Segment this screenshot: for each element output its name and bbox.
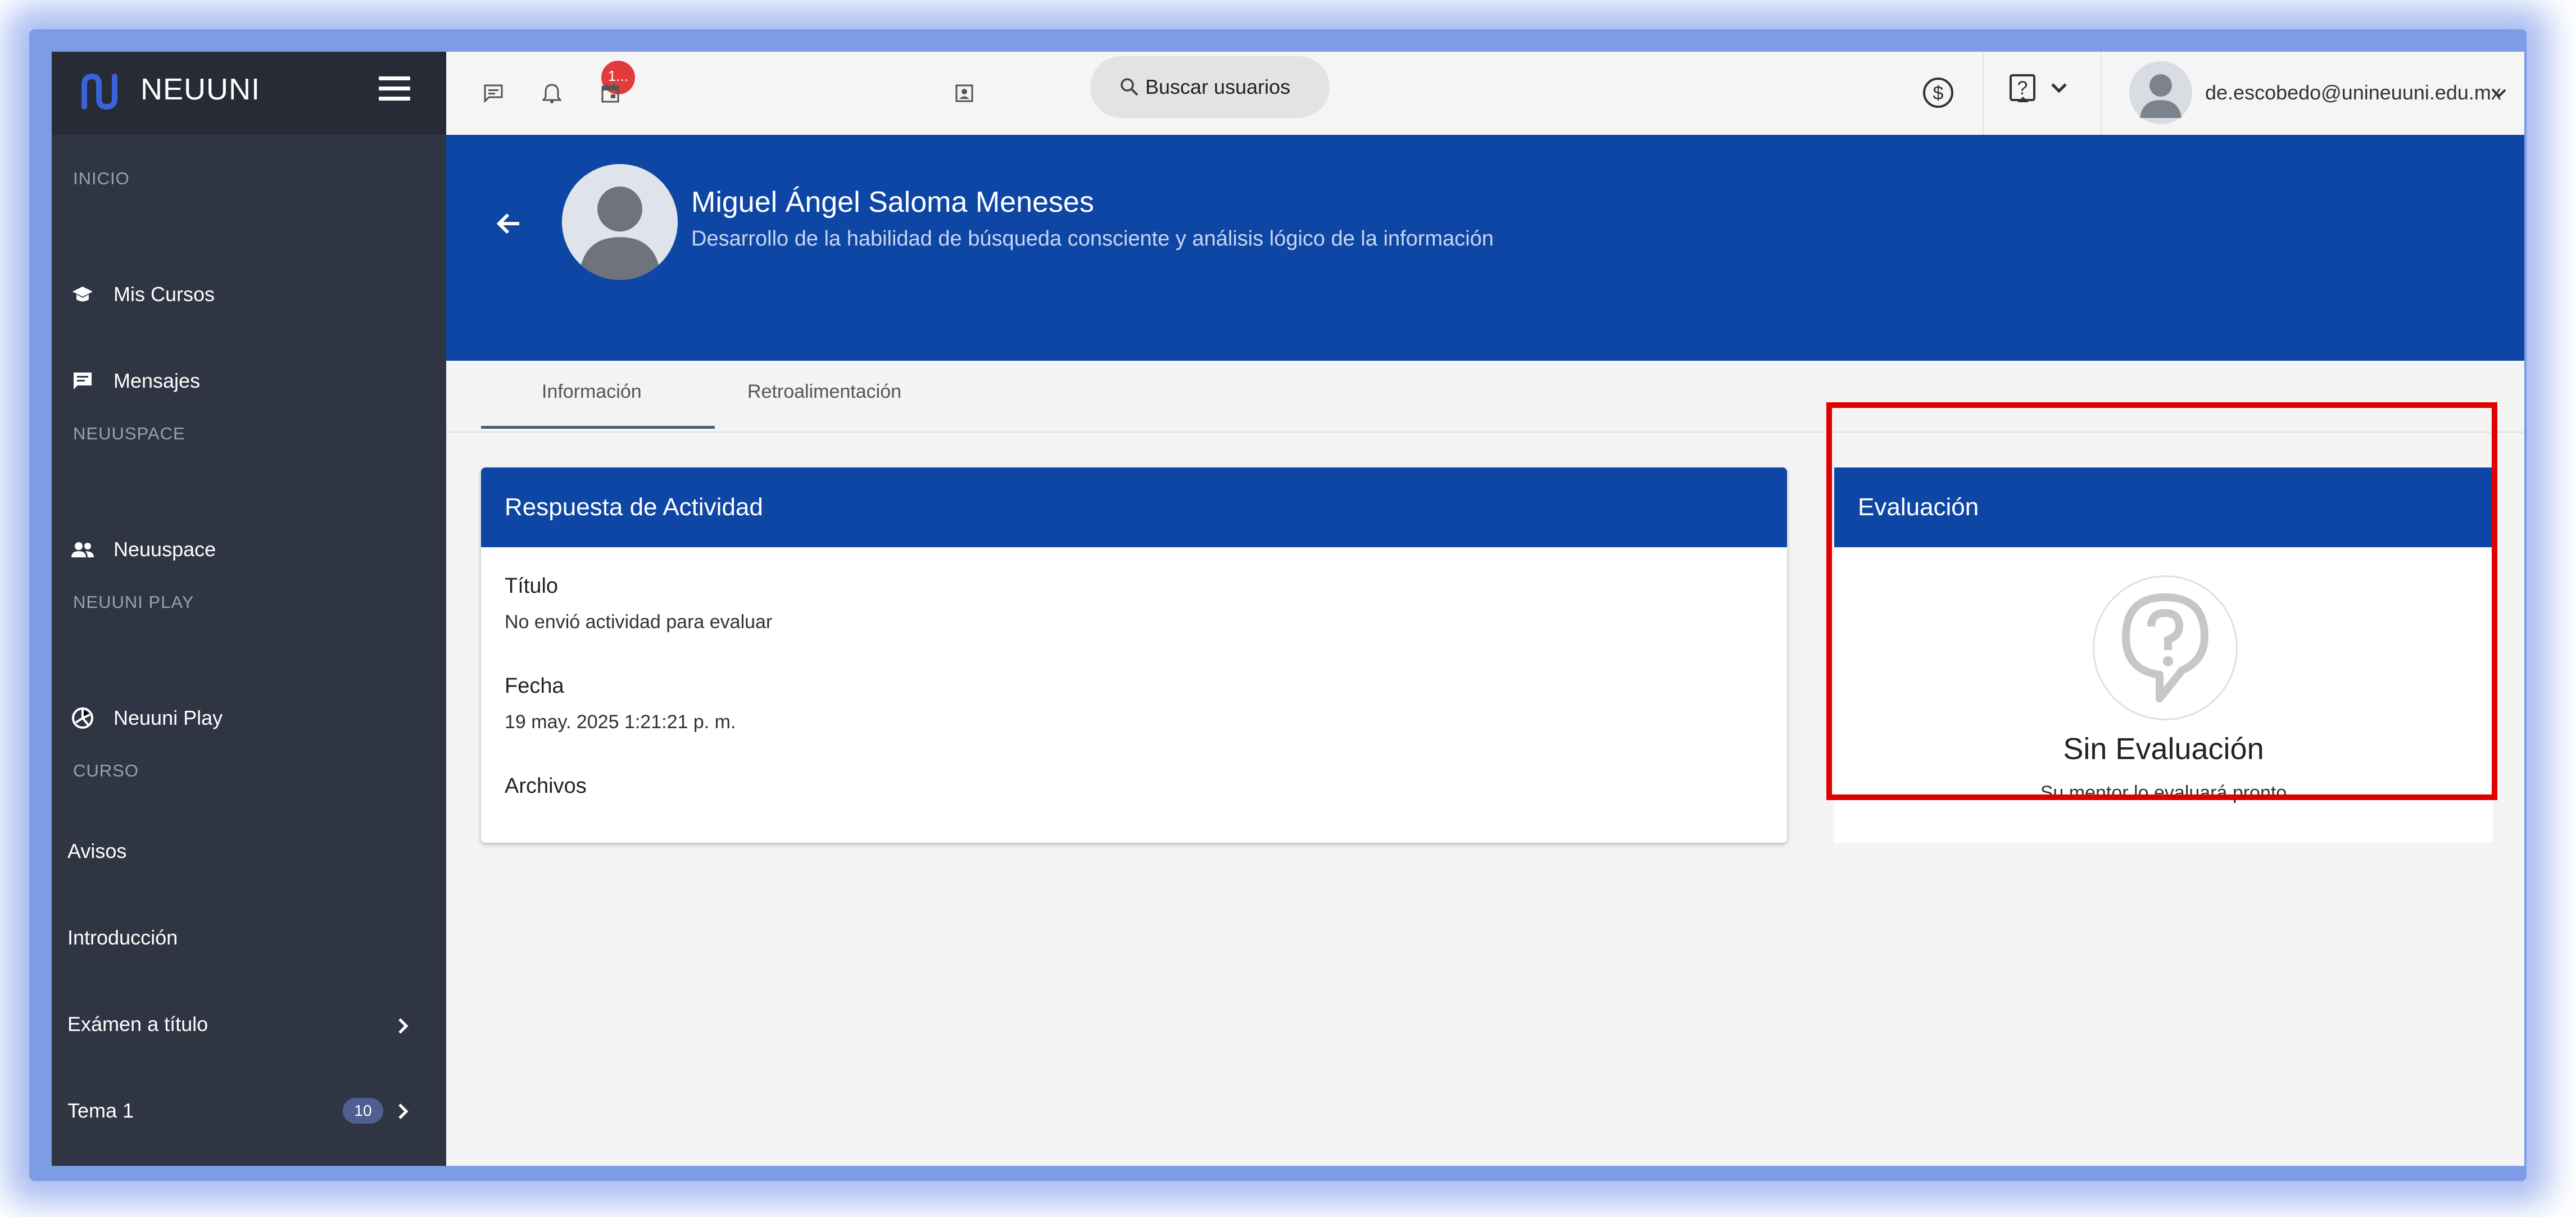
neuuni-logo-icon xyxy=(81,73,117,110)
titulo-value: No envió actividad para evaluar xyxy=(505,611,773,633)
play-circle-icon xyxy=(69,707,97,729)
top-bar: 1... Buscar usuarios $ ? de.escobedo@uni… xyxy=(446,52,2524,136)
sidebar-item-neuuni-play[interactable]: Neuuni Play xyxy=(52,684,446,752)
course-title: Desarrollo de la habilidad de búsqueda c… xyxy=(691,227,1494,251)
sidebar-item-mis-cursos[interactable]: Mis Cursos xyxy=(52,261,446,328)
active-tab-indicator xyxy=(481,426,715,429)
chevron-right-icon[interactable] xyxy=(394,1100,411,1123)
student-avatar xyxy=(562,164,678,280)
section-neuuni-play: NEUUNI PLAY xyxy=(73,592,194,612)
people-icon xyxy=(69,541,97,558)
titulo-label: Título xyxy=(505,574,559,598)
search-users-button[interactable]: Buscar usuarios xyxy=(1090,56,1330,118)
calendar-icon[interactable] xyxy=(593,76,627,110)
fecha-label: Fecha xyxy=(505,674,564,698)
tema-count-badge: 10 xyxy=(343,1098,383,1124)
section-neuuspace: NEUUSPACE xyxy=(73,424,185,443)
tab-retroalimentacion[interactable]: Retroalimentación xyxy=(747,381,901,403)
sidebar-item-mensajes[interactable]: Mensajes xyxy=(52,347,446,415)
sidebar-item-tema-1[interactable]: Tema 1 xyxy=(67,1099,134,1123)
sidebar-item-label: Mensajes xyxy=(114,369,201,392)
user-avatar[interactable] xyxy=(2128,60,2194,126)
bell-icon[interactable] xyxy=(535,76,569,110)
svg-text:$: $ xyxy=(1933,83,1944,104)
sidebar-item-avisos[interactable]: Avisos xyxy=(67,839,126,863)
tab-informacion[interactable]: Información xyxy=(542,381,642,403)
search-icon xyxy=(1121,78,1139,96)
billing-icon[interactable]: $ xyxy=(1919,73,1958,112)
help-menu-icon[interactable]: ? xyxy=(2007,72,2075,106)
section-inicio: INICIO xyxy=(73,169,130,188)
sidebar-item-label: Neuuspace xyxy=(114,538,216,561)
divider xyxy=(1983,52,1984,135)
respuesta-card: Respuesta de Actividad Título No envió a… xyxy=(481,467,1787,843)
brand-name: NEUUNI xyxy=(140,72,261,106)
student-name: Miguel Ángel Saloma Meneses xyxy=(691,186,1094,219)
screenshot-frame: NEUUNI INICIO Mis Cursos Mensajes NEUUSP… xyxy=(0,0,2576,1217)
chevron-down-icon[interactable] xyxy=(2489,87,2509,100)
archivos-label: Archivos xyxy=(505,774,587,798)
sidebar-item-neuuspace[interactable]: Neuuspace xyxy=(52,516,446,583)
menu-toggle-icon[interactable] xyxy=(379,76,410,108)
sidebar-item-examen[interactable]: Exámen a título xyxy=(67,1012,208,1036)
sidebar-item-introduccion[interactable]: Introducción xyxy=(67,926,178,950)
search-label: Buscar usuarios xyxy=(1145,75,1291,98)
sidebar: NEUUNI INICIO Mis Cursos Mensajes NEUUSP… xyxy=(52,52,446,1166)
svg-text:?: ? xyxy=(2017,78,2028,99)
message-icon xyxy=(69,371,97,391)
respuesta-card-title: Respuesta de Actividad xyxy=(481,467,1787,547)
back-arrow-icon[interactable] xyxy=(493,208,525,239)
sidebar-item-label: Neuuni Play xyxy=(114,706,223,729)
chevron-right-icon[interactable] xyxy=(394,1015,411,1037)
graduation-cap-icon xyxy=(69,284,97,305)
chat-icon[interactable] xyxy=(477,76,510,110)
fecha-value: 19 may. 2025 1:21:21 p. m. xyxy=(505,711,736,733)
user-email[interactable]: de.escobedo@unineuuni.edu.mx xyxy=(2205,81,2501,105)
sidebar-item-label: Mis Cursos xyxy=(114,283,215,306)
highlight-box xyxy=(1826,402,2497,800)
divider xyxy=(2101,52,2102,135)
section-curso: CURSO xyxy=(73,761,139,780)
brand-bar: NEUUNI xyxy=(52,52,446,135)
contacts-icon[interactable] xyxy=(947,76,981,110)
